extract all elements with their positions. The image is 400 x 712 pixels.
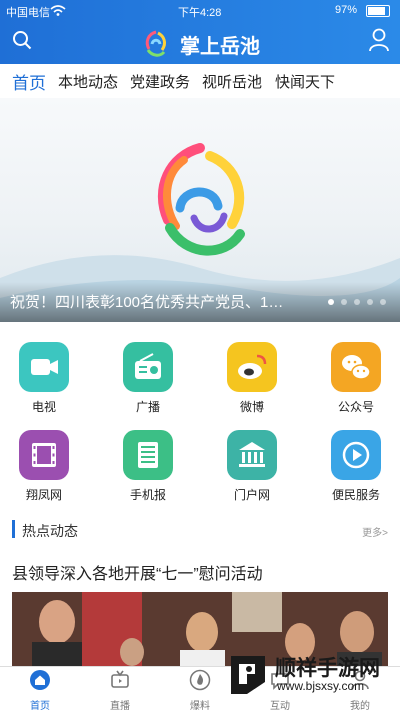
section-accent-bar [12, 520, 15, 538]
news-headline[interactable]: 县领导深入各地开展“七一”慰问活动 [12, 560, 392, 584]
play-icon [331, 430, 381, 480]
grid-item-weibo[interactable]: 微博 [222, 342, 282, 415]
carousel-dot[interactable] [341, 299, 347, 305]
grid-label: 广播 [135, 400, 160, 414]
grid-label: 门户网 [233, 488, 270, 502]
carousel-dot[interactable] [328, 299, 334, 305]
battery-percent: 97% [335, 4, 358, 16]
grid-label: 便民服务 [331, 488, 380, 502]
wifi-icon [50, 5, 66, 16]
radio-icon [123, 342, 173, 392]
carousel-dots [321, 292, 386, 310]
more-link[interactable]: 更多> [362, 524, 388, 539]
film-icon [19, 430, 69, 480]
user-icon[interactable] [368, 28, 390, 52]
app-title: 掌上岳池 [180, 36, 260, 58]
grid-item-wechat[interactable]: 公众号 [326, 342, 386, 415]
watermark-logo-icon [231, 656, 265, 694]
section-title: 热点动态 [22, 523, 78, 539]
carousel-dot[interactable] [354, 299, 360, 305]
tab-world-news[interactable]: 快闻天下 [275, 71, 335, 92]
status-bar: 中国电信 下午4:28 97% [0, 0, 400, 20]
app-logo-icon [145, 30, 167, 57]
grid-label: 翔凤网 [25, 488, 62, 502]
tab-party-affairs[interactable]: 党建政务 [130, 71, 190, 92]
bottom-tab-home[interactable]: 首页 [15, 669, 65, 712]
bottom-tab-report[interactable]: 爆料 [175, 669, 225, 712]
tab-local-news[interactable]: 本地动态 [58, 71, 118, 92]
carousel-dot[interactable] [380, 299, 386, 305]
grid-item-services[interactable]: 便民服务 [326, 430, 386, 503]
watermark-url: www.bjsxsy.com [277, 679, 365, 693]
grid-item-tv[interactable]: 电视 [14, 342, 74, 415]
bottom-tab-label: 直播 [110, 701, 130, 712]
site-watermark: 顺祥手游网 www.bjsxsy.com [225, 650, 400, 700]
bottom-tab-live[interactable]: 直播 [95, 669, 145, 712]
wechat-icon [331, 342, 381, 392]
hot-news-section-header: 热点动态 更多> [0, 512, 400, 546]
tab-home[interactable]: 首页 [12, 69, 46, 94]
app-header: 中国电信 下午4:28 97% 掌上岳池 [0, 0, 400, 64]
bottom-tab-label: 首页 [30, 701, 50, 712]
banner-caption: 祝贺！四川表彰100名优秀共产党员、1… [10, 294, 284, 311]
grid-label: 电视 [31, 400, 56, 414]
bank-icon [227, 430, 277, 480]
watermark-text: 顺祥手游网 [275, 657, 380, 680]
home-icon [30, 670, 50, 690]
carrier-label: 中国电信 [6, 7, 50, 19]
grid-label: 微博 [239, 400, 264, 414]
grid-item-xiangfeng[interactable]: 翔凤网 [14, 430, 74, 503]
tv-icon [111, 670, 129, 688]
banner-carousel[interactable]: 祝贺！四川表彰100名优秀共产党员、1… [0, 98, 400, 322]
weibo-icon [227, 342, 277, 392]
clock: 下午4:28 [178, 7, 222, 19]
newspaper-icon [123, 430, 173, 480]
battery-icon [366, 5, 390, 17]
fire-icon [189, 669, 211, 691]
search-icon[interactable] [12, 30, 32, 50]
category-tabs: 首页 本地动态 党建政务 视听岳池 快闻天下 [0, 64, 400, 99]
video-camera-icon [19, 342, 69, 392]
grid-item-mobile-paper[interactable]: 手机报 [118, 430, 178, 503]
grid-label: 公众号 [337, 400, 374, 414]
carousel-dot[interactable] [367, 299, 373, 305]
grid-item-radio[interactable]: 广播 [118, 342, 178, 415]
tab-audio-video[interactable]: 视听岳池 [202, 71, 262, 92]
bottom-tab-label: 爆料 [190, 701, 210, 712]
top-nav: 掌上岳池 [0, 20, 400, 64]
grid-item-portal[interactable]: 门户网 [222, 430, 282, 503]
service-grid: 电视 广播 微博 公众号 翔凤网 手机报 门户网 便民服务 [0, 332, 400, 512]
grid-label: 手机报 [129, 488, 166, 502]
